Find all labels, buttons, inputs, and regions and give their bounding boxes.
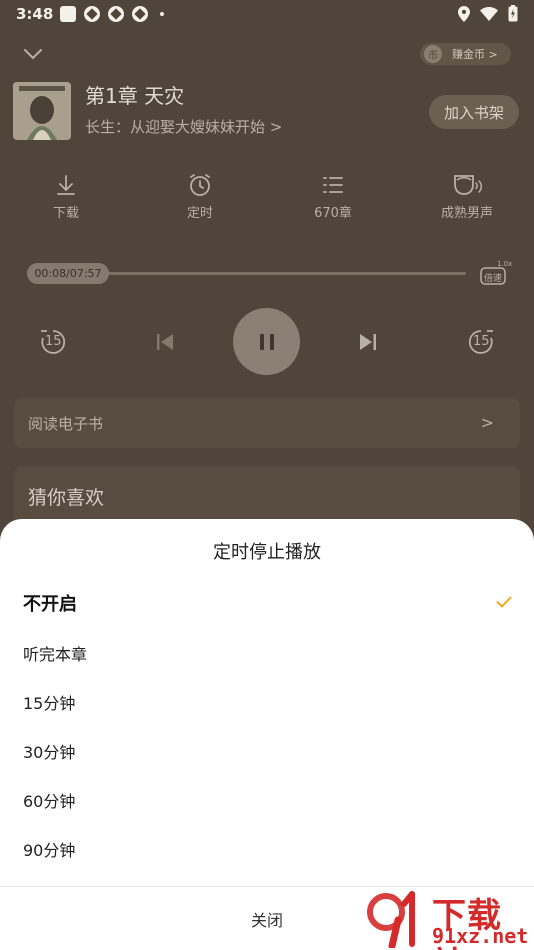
book-cover[interactable] <box>13 82 71 140</box>
timer-option-off[interactable]: 不开启 <box>0 580 534 629</box>
add-to-bookshelf-button[interactable]: 加入书架 <box>429 95 519 129</box>
chapter-list-button[interactable]: 670章 <box>293 172 373 221</box>
system-icons <box>458 5 518 22</box>
speed-badge: 1.0x <box>497 260 513 268</box>
site-watermark: 下载站 91xz.net <box>362 890 532 950</box>
player-tools-row: 下载 定时 670章 成熟男声 <box>0 172 534 232</box>
notification-icons <box>60 6 164 22</box>
read-ebook-label: 阅读电子书 <box>28 415 104 433</box>
timer-bottom-sheet: 定时停止播放 不开启 听完本章 15分钟 30分钟 60分钟 90分钟 关闭 <box>0 519 534 950</box>
timer-option-label: 30分钟 <box>23 743 76 762</box>
progress-thumb[interactable]: 00:08/07:57 <box>27 263 109 284</box>
book-cover-art-icon <box>13 82 71 140</box>
notification-app-icon <box>132 6 148 22</box>
timer-button[interactable]: 定时 <box>160 172 240 221</box>
watermark-logo-icon <box>367 891 415 948</box>
more-notifications-icon <box>160 12 164 16</box>
status-time: 3:48 <box>16 5 54 23</box>
voice-icon <box>454 175 482 195</box>
rewind-seconds: 15 <box>45 334 62 349</box>
collapse-chevron-icon[interactable] <box>22 44 44 64</box>
timer-option-15-min[interactable]: 15分钟 <box>0 678 534 727</box>
timer-option-label: 听完本章 <box>23 645 88 664</box>
timer-option-label: 15分钟 <box>23 694 76 713</box>
sheet-title: 定时停止播放 <box>213 542 321 563</box>
status-bar: 3:48 <box>0 0 534 28</box>
notification-app-icon <box>84 6 100 22</box>
read-ebook-row[interactable]: 阅读电子书 > <box>14 398 520 448</box>
watermark-url: 91xz.net <box>432 924 529 948</box>
notification-app-icon <box>108 6 124 22</box>
forward-seconds: 15 <box>473 334 490 349</box>
forward-15-button[interactable]: 15 <box>465 326 497 362</box>
wifi-icon <box>480 6 498 21</box>
speed-label: 倍速 <box>484 274 503 284</box>
playback-controls: 15 15 <box>0 308 534 376</box>
voice-label: 成熟男声 <box>440 206 493 221</box>
download-label: 下载 <box>52 206 79 221</box>
timer-option-label: 不开启 <box>23 594 77 615</box>
earn-coins-button[interactable]: 币 赚金币 > <box>420 43 511 65</box>
next-chapter-icon[interactable] <box>358 332 378 352</box>
pause-icon <box>259 333 274 350</box>
playback-speed-button[interactable]: 1.0x 倍速 <box>480 260 512 285</box>
timer-option-60-min[interactable]: 60分钟 <box>0 776 534 825</box>
chapter-count-label: 670章 <box>314 206 352 221</box>
timer-option-end-of-chapter[interactable]: 听完本章 <box>0 629 534 678</box>
recommendation-title: 猜你喜欢 <box>28 487 105 509</box>
timer-option-30-min[interactable]: 30分钟 <box>0 727 534 776</box>
check-icon <box>496 596 512 608</box>
download-icon <box>57 175 75 195</box>
play-pause-button[interactable] <box>233 308 300 375</box>
rewind-15-button[interactable]: 15 <box>37 326 69 362</box>
timer-option-90-min[interactable]: 90分钟 <box>0 825 534 874</box>
previous-chapter-icon[interactable] <box>155 332 175 352</box>
timer-label: 定时 <box>186 206 213 221</box>
chapter-title: 第1章 天灾 <box>85 84 185 108</box>
timer-option-label: 90分钟 <box>23 841 76 860</box>
timer-option-label: 60分钟 <box>23 792 76 811</box>
download-button[interactable]: 下载 <box>26 172 106 221</box>
playback-time: 00:08/07:57 <box>34 267 102 280</box>
coin-icon: 币 <box>424 45 442 63</box>
earn-coins-label: 赚金币 > <box>452 48 498 61</box>
chapter-list-icon <box>323 177 343 193</box>
book-name-link[interactable]: 长生：从迎娶大嫂妹妹开始 > <box>85 116 282 137</box>
voice-select-button[interactable]: 成熟男声 <box>427 172 507 221</box>
alarm-clock-icon <box>190 174 210 196</box>
location-icon <box>458 5 470 22</box>
notification-app-icon <box>60 6 76 22</box>
chevron-right-icon: > <box>480 413 494 432</box>
battery-icon <box>508 5 518 22</box>
